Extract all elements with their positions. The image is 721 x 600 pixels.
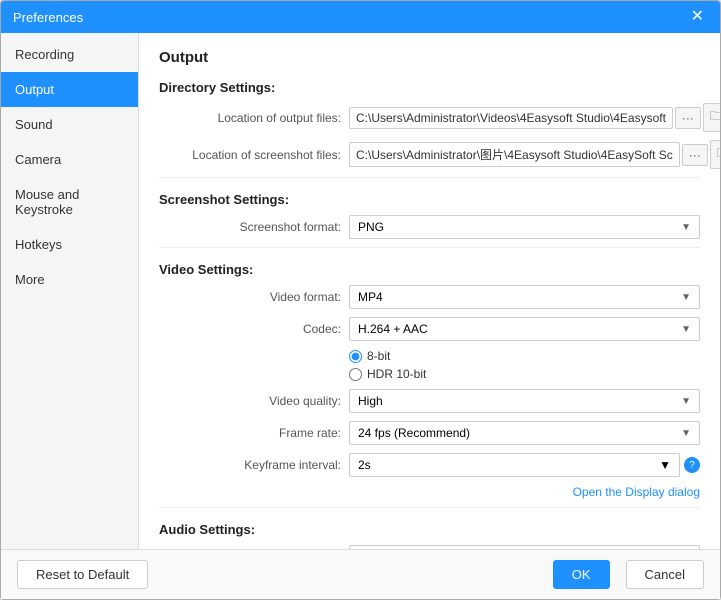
video-codec-dropdown[interactable]: H.264 + AAC ▼ (349, 317, 700, 341)
video-format-dropdown[interactable]: MP4 ▼ (349, 285, 700, 309)
output-files-label: Location of output files: (159, 111, 349, 125)
screenshot-format-control: PNG ▼ (349, 215, 700, 239)
8bit-radio-row: 8-bit (349, 349, 426, 363)
video-format-control: MP4 ▼ (349, 285, 700, 309)
keyframe-control: 2s ▼ ? (349, 453, 700, 477)
output-files-row: Location of output files: C:\Users\Admin… (159, 103, 700, 132)
screenshot-files-path[interactable]: C:\Users\Administrator\图片\4Easysoft Stud… (349, 142, 680, 167)
keyframe-row: Keyframe interval: 2s ▼ ? (159, 453, 700, 477)
directory-settings-title: Directory Settings: (159, 80, 700, 95)
video-quality-dropdown[interactable]: High ▼ (349, 389, 700, 413)
hdr-radio-row: HDR 10-bit (349, 367, 426, 381)
video-settings-title: Video Settings: (159, 262, 700, 277)
sidebar: Recording Output Sound Camera Mouse and … (1, 33, 139, 549)
8bit-label: 8-bit (367, 349, 390, 363)
ok-button[interactable]: OK (553, 560, 610, 589)
cancel-button[interactable]: Cancel (626, 560, 704, 589)
footer-right: OK Cancel (553, 560, 704, 589)
window-body: Recording Output Sound Camera Mouse and … (1, 33, 720, 549)
output-files-path[interactable]: C:\Users\Administrator\Videos\4Easysoft … (349, 107, 673, 129)
output-files-dots-btn[interactable]: ··· (675, 107, 701, 129)
chevron-down-icon: ▼ (681, 428, 691, 439)
framerate-label: Frame rate: (159, 426, 349, 440)
sidebar-item-camera[interactable]: Camera (1, 142, 138, 177)
bitdepth-row: 8-bit HDR 10-bit (159, 349, 700, 381)
screenshot-format-row: Screenshot format: PNG ▼ (159, 215, 700, 239)
preferences-window: Preferences ✕ Recording Output Sound Cam… (0, 0, 721, 600)
screenshot-files-folder-btn[interactable]: 🗀 (710, 140, 720, 169)
reset-to-default-button[interactable]: Reset to Default (17, 560, 148, 589)
screenshot-files-control: C:\Users\Administrator\图片\4Easysoft Stud… (349, 140, 720, 169)
video-format-label: Video format: (159, 290, 349, 304)
footer: Reset to Default OK Cancel (1, 549, 720, 599)
main-content: Output Directory Settings: Location of o… (139, 33, 720, 549)
screenshot-files-dots-btn[interactable]: ··· (682, 144, 708, 166)
video-quality-control: High ▼ (349, 389, 700, 413)
open-display-link[interactable]: Open the Display dialog (159, 485, 700, 499)
chevron-down-icon: ▼ (681, 222, 691, 233)
screenshot-settings-title: Screenshot Settings: (159, 192, 700, 207)
chevron-down-icon: ▼ (681, 396, 691, 407)
screenshot-files-row: Location of screenshot files: C:\Users\A… (159, 140, 700, 169)
screenshot-files-label: Location of screenshot files: (159, 148, 349, 162)
chevron-down-icon: ▼ (681, 324, 691, 335)
sidebar-item-output[interactable]: Output (1, 72, 138, 107)
window-title: Preferences (13, 10, 83, 25)
bitdepth-radio-group: 8-bit HDR 10-bit (349, 349, 426, 381)
framerate-row: Frame rate: 24 fps (Recommend) ▼ (159, 421, 700, 445)
chevron-down-icon: ▼ (681, 292, 691, 303)
hdr-radio[interactable] (349, 368, 362, 381)
8bit-radio[interactable] (349, 350, 362, 363)
hdr-label: HDR 10-bit (367, 367, 426, 381)
sidebar-item-more[interactable]: More (1, 262, 138, 297)
video-quality-label: Video quality: (159, 394, 349, 408)
help-icon[interactable]: ? (684, 457, 700, 473)
keyframe-label: Keyframe interval: (159, 458, 349, 472)
video-quality-row: Video quality: High ▼ (159, 389, 700, 413)
sidebar-item-mouse-keystroke[interactable]: Mouse and Keystroke (1, 177, 138, 227)
audio-settings-title: Audio Settings: (159, 522, 700, 537)
page-title: Output (159, 49, 700, 66)
video-codec-label: Codec: (159, 322, 349, 336)
sidebar-item-sound[interactable]: Sound (1, 107, 138, 142)
output-files-folder-btn[interactable]: 🗀 (703, 103, 720, 132)
framerate-control: 24 fps (Recommend) ▼ (349, 421, 700, 445)
screenshot-format-label: Screenshot format: (159, 220, 349, 234)
output-files-control: C:\Users\Administrator\Videos\4Easysoft … (349, 103, 720, 132)
sidebar-item-hotkeys[interactable]: Hotkeys (1, 227, 138, 262)
screenshot-format-dropdown[interactable]: PNG ▼ (349, 215, 700, 239)
close-button[interactable]: ✕ (687, 9, 708, 25)
video-format-row: Video format: MP4 ▼ (159, 285, 700, 309)
sidebar-item-recording[interactable]: Recording (1, 37, 138, 72)
video-codec-control: H.264 + AAC ▼ (349, 317, 700, 341)
video-codec-row: Codec: H.264 + AAC ▼ (159, 317, 700, 341)
chevron-down-icon: ▼ (659, 458, 671, 472)
framerate-dropdown[interactable]: 24 fps (Recommend) ▼ (349, 421, 700, 445)
title-bar: Preferences ✕ (1, 1, 720, 33)
keyframe-dropdown[interactable]: 2s ▼ (349, 453, 680, 477)
